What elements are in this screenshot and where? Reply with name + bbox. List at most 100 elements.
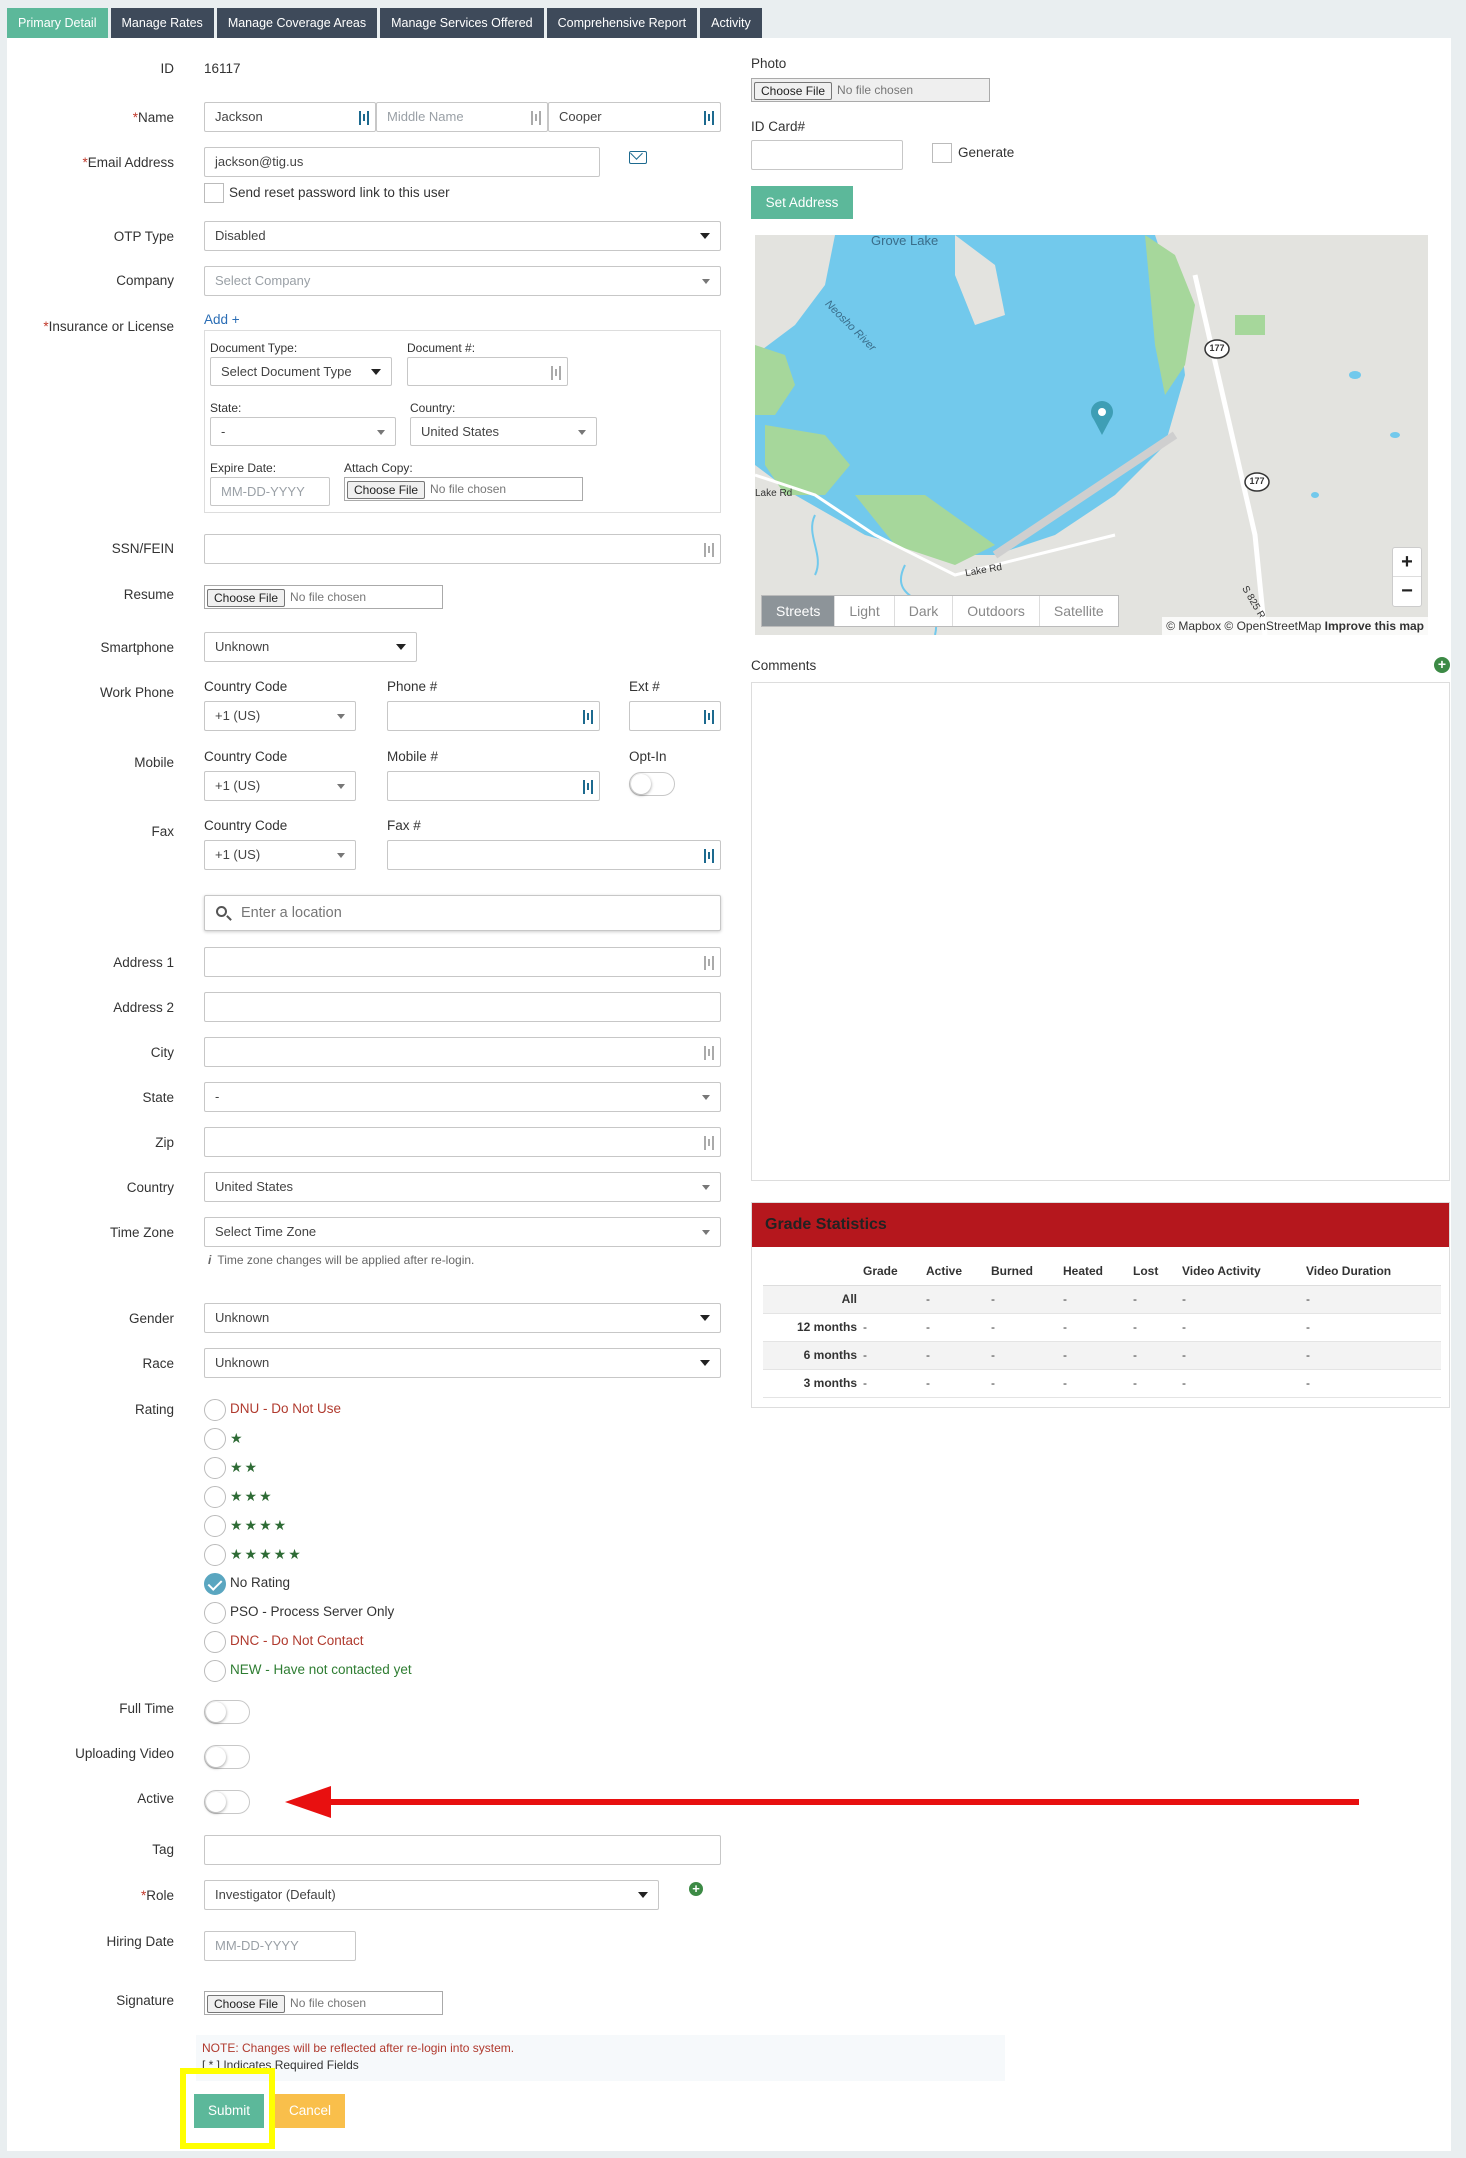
map-style-satellite[interactable]: Satellite [1040,596,1118,626]
tag-input[interactable] [204,1835,721,1865]
envelope-icon[interactable] [629,147,647,164]
uploading-video-toggle[interactable] [204,1745,250,1769]
grade-cell: - [863,1369,926,1398]
expire-date-input[interactable]: MM-DD-YYYY [210,477,330,506]
ext-input[interactable] [629,701,721,731]
id-value: 16117 [204,61,241,76]
tab-activity[interactable]: Activity [700,8,762,38]
photo-file-input[interactable]: Choose File No file chosen [751,78,990,102]
zip-input[interactable] [204,1127,721,1157]
race-select[interactable]: Unknown [204,1348,721,1378]
grade-statistics-title: Grade Statistics [752,1203,1449,1247]
otp-type-label: OTP Type [113,229,174,244]
add-comment-icon[interactable]: + [1434,657,1450,673]
city-input[interactable] [204,1037,721,1067]
grade-header-1: Grade [863,1257,926,1286]
rating-radio-8[interactable] [204,1631,226,1653]
rating-radio-5[interactable] [204,1544,226,1566]
otp-type-select[interactable]: Disabled [204,221,721,251]
rating-radio-2[interactable] [204,1457,226,1479]
doc-country-select[interactable]: United States [410,417,597,446]
state-select[interactable]: - [204,1082,721,1112]
comments-area[interactable] [751,682,1450,1181]
map-style-light[interactable]: Light [835,596,895,626]
company-label: Company [116,273,174,288]
gender-label: Gender [128,1311,174,1326]
optin-toggle[interactable] [629,772,675,796]
improve-map-link[interactable]: Improve this map [1325,619,1424,633]
map-view[interactable]: Grove Lake Neosho River Lake Rd Lake Rd … [755,235,1428,635]
company-select[interactable]: Select Company [204,266,721,296]
reset-password-checkbox[interactable] [204,183,224,203]
smartphone-select[interactable]: Unknown [204,632,417,662]
rating-radio-9[interactable] [204,1660,226,1682]
rating-option-label-9: NEW - Have not contacted yet [230,1662,412,1677]
id-card-input[interactable] [751,140,903,170]
mobile-label: Mobile [134,755,174,770]
grade-statistics-card: Grade Statistics Grade Active Burned Heated… [751,1202,1450,1408]
address2-input[interactable] [204,992,721,1022]
mobile-input[interactable] [387,771,600,801]
gender-select[interactable]: Unknown [204,1303,721,1333]
full-time-toggle[interactable] [204,1700,250,1724]
grade-header-0 [763,1257,863,1286]
zoom-out-button[interactable]: − [1393,577,1421,606]
tab-comprehensive-report[interactable]: Comprehensive Report [546,8,698,38]
doc-state-label: State: [210,401,242,415]
name-label: *Name [132,110,174,125]
rating-radio-4[interactable] [204,1515,226,1537]
grade-cell: - [1133,1341,1182,1370]
address1-input[interactable] [204,947,721,977]
add-document-link[interactable]: Add + [204,312,240,327]
active-toggle[interactable] [204,1790,250,1814]
tab-primary-detail[interactable]: Primary Detail [7,8,108,38]
tab-manage-services-offered[interactable]: Manage Services Offered [380,8,544,38]
map-style-streets[interactable]: Streets [762,596,836,626]
address1-label: Address 1 [113,955,174,970]
doc-type-select[interactable]: Select Document Type [210,357,392,386]
city-label: City [150,1045,174,1060]
fax-country-code-select[interactable]: +1 (US) [204,840,356,870]
tab-manage-coverage-areas[interactable]: Manage Coverage Areas [216,8,378,38]
first-name-input[interactable]: Jackson [204,102,376,132]
attach-copy-file-input[interactable]: Choose File No file chosen [344,477,583,501]
rating-radio-3[interactable] [204,1486,226,1508]
add-role-icon[interactable]: + [689,1882,703,1896]
timezone-select[interactable]: Select Time Zone [204,1217,721,1247]
country-select[interactable]: United States [204,1172,721,1202]
rating-option-label-7: PSO - Process Server Only [230,1604,395,1619]
work-phone-input[interactable] [387,701,600,731]
cancel-button[interactable]: Cancel [275,2094,345,2128]
mobile-country-code-select[interactable]: +1 (US) [204,771,356,801]
fax-input[interactable] [387,840,721,870]
rating-radio-7[interactable] [204,1602,226,1624]
grade-cell: - [926,1369,991,1398]
email-input[interactable]: jackson@tig.us [204,147,600,177]
hiring-date-input[interactable]: MM-DD-YYYY [204,1931,356,1961]
map-style-outdoors[interactable]: Outdoors [953,596,1040,626]
role-select[interactable]: Investigator (Default) [204,1880,659,1910]
signature-file-input[interactable]: Choose File No file chosen [204,1991,443,2015]
set-address-button[interactable]: Set Address [751,186,853,219]
grade-cell: - [1133,1313,1182,1342]
grade-cell: - [991,1313,1063,1342]
last-name-input[interactable]: Cooper [548,102,721,132]
tab-manage-rates[interactable]: Manage Rates [110,8,214,38]
doc-state-select[interactable]: - [210,417,396,446]
doc-num-input[interactable] [407,357,568,386]
rating-radio-1[interactable] [204,1428,226,1450]
location-search-input[interactable]: Enter a location [204,895,721,931]
zoom-in-button[interactable]: + [1393,548,1421,577]
generate-checkbox[interactable] [932,143,952,163]
resume-file-input[interactable]: Choose File No file chosen [204,585,443,609]
rating-radio-6[interactable] [204,1573,226,1595]
hiring-date-label: Hiring Date [106,1934,174,1949]
middle-name-input[interactable]: Middle Name [376,102,548,132]
grade-cell: - [1133,1285,1182,1314]
map-style-dark[interactable]: Dark [895,596,954,626]
work-country-code-select[interactable]: +1 (US) [204,701,356,731]
map-canvas[interactable] [755,235,1428,635]
ssn-input[interactable] [204,534,721,564]
full-time-label: Full Time [119,1701,174,1716]
rating-radio-0[interactable] [204,1399,226,1421]
